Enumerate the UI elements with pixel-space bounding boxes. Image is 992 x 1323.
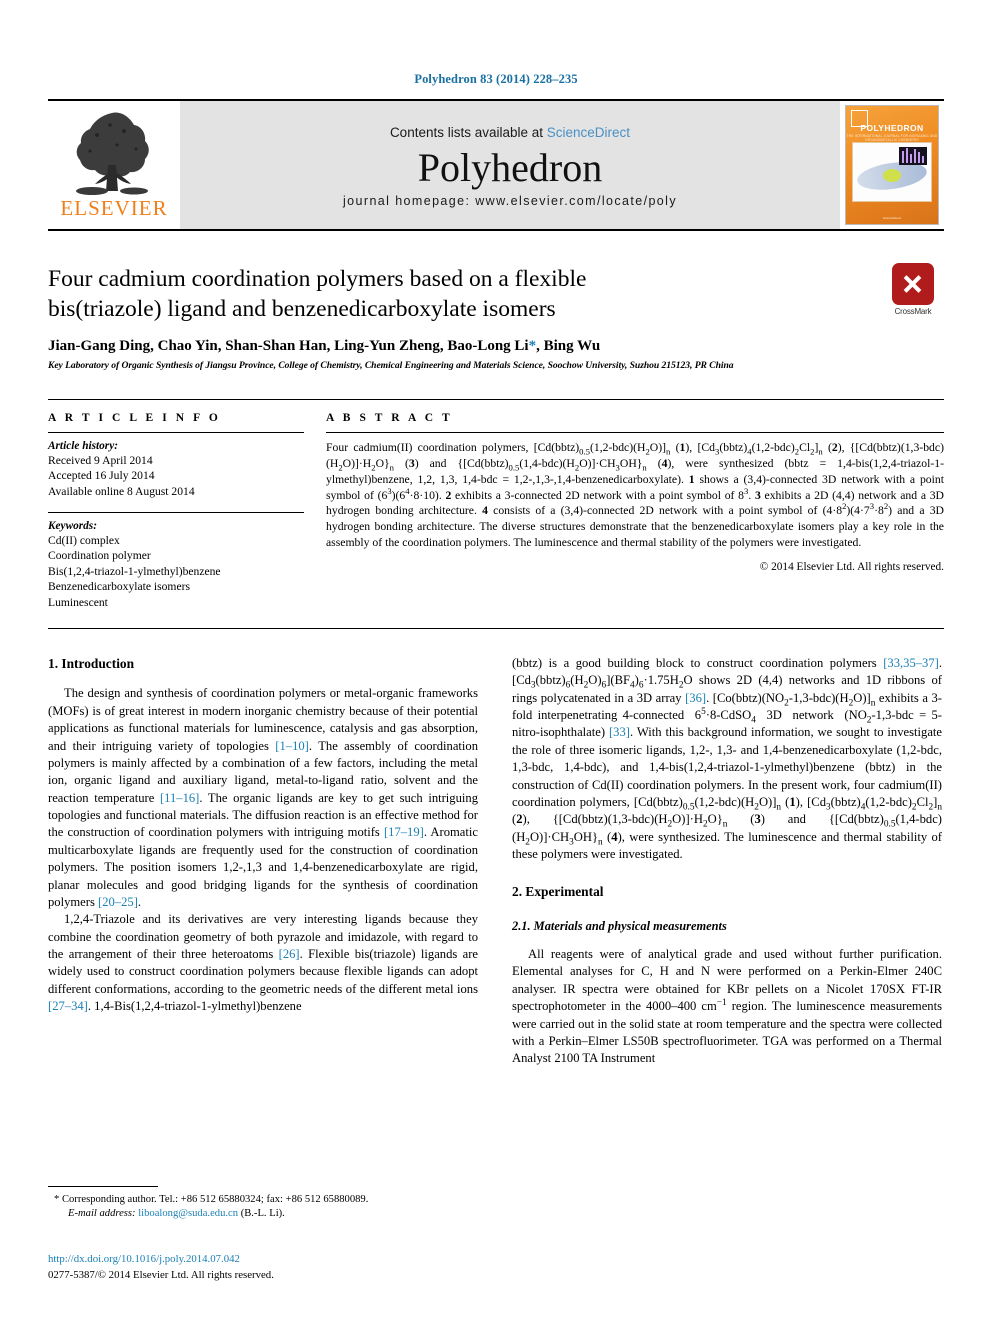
keywords-heading: Keywords: <box>48 519 97 532</box>
citation-link[interactable]: [11–16] <box>160 791 199 805</box>
elsevier-logo-block: ELSEVIER <box>48 101 180 229</box>
crossmark-badge[interactable]: CrossMark <box>882 263 944 325</box>
citation-link[interactable]: [27–34] <box>48 999 88 1013</box>
keyword-item: Bis(1,2,4-triazol-1-ylmethyl)benzene <box>48 564 221 578</box>
journal-article-page: Polyhedron 83 (2014) 228–235 ELSEVIER Co… <box>0 0 992 1323</box>
intro-paragraph-2: 1,2,4-Triazole and its derivatives are v… <box>48 912 478 1014</box>
corresponding-author-marker[interactable]: * <box>529 338 537 354</box>
cover-title: POLYHEDRON <box>860 123 924 133</box>
contents-prefix: Contents lists available at <box>389 124 547 140</box>
footnote-email-label: E-mail address: <box>68 1208 136 1220</box>
footnote-email-line: E-mail address: liboalong@suda.edu.cn (B… <box>48 1207 478 1221</box>
cover-spectrum-inset <box>899 147 927 165</box>
body-column-right: (bbtz) is a good building block to const… <box>512 655 942 1068</box>
cover-subtitle: THE INTERNATIONAL JOURNAL FOR INORGANIC … <box>846 134 938 142</box>
title-area: Four cadmium coordination polymers based… <box>48 263 944 381</box>
doi-issn-block: http://dx.doi.org/10.1016/j.poly.2014.07… <box>48 1252 548 1283</box>
journal-cover-block: POLYHEDRON THE INTERNATIONAL JOURNAL FOR… <box>840 101 944 229</box>
journal-homepage[interactable]: journal homepage: www.elsevier.com/locat… <box>343 194 677 208</box>
journal-cover-image: POLYHEDRON THE INTERNATIONAL JOURNAL FOR… <box>845 105 939 225</box>
paper-title: Four cadmium coordination polymers based… <box>48 266 587 322</box>
keywords-block: Keywords: Cd(II) complex Coordination po… <box>48 511 304 610</box>
abstract-text: Four cadmium(II) coordination polymers, … <box>326 441 944 550</box>
journal-banner: Contents lists available at ScienceDirec… <box>180 101 840 229</box>
right-paragraph-1: (bbtz) is a good building block to const… <box>512 655 942 862</box>
citation-link[interactable]: [33] <box>609 725 630 739</box>
footnote-email-owner: (B.-L. Li). <box>240 1208 285 1220</box>
info-abstract-band: A R T I C L E I N F O Article history: R… <box>48 399 944 629</box>
keywords-divider <box>48 511 304 513</box>
materials-paragraph: All reagents were of analytical grade an… <box>512 947 942 1066</box>
abstract-column: A B S T R A C T Four cadmium(II) coordin… <box>326 410 944 610</box>
article-info-heading: A R T I C L E I N F O <box>48 412 221 424</box>
article-info-column: A R T I C L E I N F O Article history: R… <box>48 410 326 610</box>
author-affiliation: Key Laboratory of Organic Synthesis of J… <box>48 360 734 372</box>
citation-link[interactable]: [1–10] <box>275 739 309 753</box>
keyword-item: Luminescent <box>48 595 108 609</box>
abstract-divider <box>326 432 944 433</box>
footnote-email-link[interactable]: liboalong@suda.edu.cn <box>138 1208 238 1219</box>
doi-link[interactable]: http://dx.doi.org/10.1016/j.poly.2014.07… <box>48 1252 548 1268</box>
contents-available-line: Contents lists available at ScienceDirec… <box>390 125 630 140</box>
elsevier-wordmark: ELSEVIER <box>60 196 168 220</box>
article-info-divider <box>48 432 304 433</box>
cover-artwork <box>852 142 932 202</box>
journal-title: Polyhedron <box>417 144 603 190</box>
subsection-heading-materials: 2.1. Materials and physical measurements <box>512 918 727 933</box>
journal-masthead: ELSEVIER Contents lists available at Sci… <box>48 99 944 231</box>
authors-tail: , Bing Wu <box>536 338 601 355</box>
corresponding-author-footnote: * Corresponding author. Tel.: +86 512 65… <box>48 1186 478 1222</box>
footnote-divider <box>48 1186 158 1187</box>
body-column-left: 1. Introduction The design and synthesis… <box>48 655 478 1068</box>
citation-link[interactable]: [33,35–37] <box>883 656 939 670</box>
intro-paragraph-1: The design and synthesis of coordination… <box>48 686 478 909</box>
citation-link[interactable]: [36] <box>685 691 706 705</box>
section-heading-introduction: 1. Introduction <box>48 655 135 671</box>
cover-center-shape <box>883 169 901 182</box>
article-history-item: Accepted 16 July 2014 <box>48 469 155 483</box>
abstract-copyright: © 2014 Elsevier Ltd. All rights reserved… <box>759 560 944 573</box>
keyword-item: Cd(II) complex <box>48 533 120 547</box>
sciencedirect-link[interactable]: ScienceDirect <box>547 125 630 140</box>
keyword-item: Benzenedicarboxylate isomers <box>48 580 190 594</box>
citation-link[interactable]: [26] <box>279 947 300 961</box>
elsevier-tree-icon <box>62 105 166 197</box>
section-heading-experimental: 2. Experimental <box>512 884 604 900</box>
abstract-heading: A B S T R A C T <box>326 412 453 424</box>
author-list: Jian-Gang Ding, Chao Yin, Shan-Shan Han,… <box>48 338 944 355</box>
article-history-item: Received 9 April 2014 <box>48 454 153 467</box>
article-history-item: Available online 8 August 2014 <box>48 484 195 498</box>
article-history-heading: Article history: <box>48 440 118 452</box>
cover-footer-text: ScienceDirect <box>882 216 902 220</box>
issn-copyright: 0277-5387/© 2014 Elsevier Ltd. All right… <box>48 1268 274 1281</box>
article-body: 1. Introduction The design and synthesis… <box>48 655 944 1068</box>
crossmark-label: CrossMark <box>894 307 932 316</box>
footnote-corresponding-line: * Corresponding author. Tel.: +86 512 65… <box>54 1194 369 1205</box>
citation-link[interactable]: [17–19] <box>384 825 424 839</box>
citation-link[interactable]: [20–25] <box>98 895 138 909</box>
keyword-item: Coordination polymer <box>48 549 151 563</box>
crossmark-icon <box>892 263 934 305</box>
running-head: Polyhedron 83 (2014) 228–235 <box>414 72 578 86</box>
authors-main: Jian-Gang Ding, Chao Yin, Shan-Shan Han,… <box>48 338 529 355</box>
